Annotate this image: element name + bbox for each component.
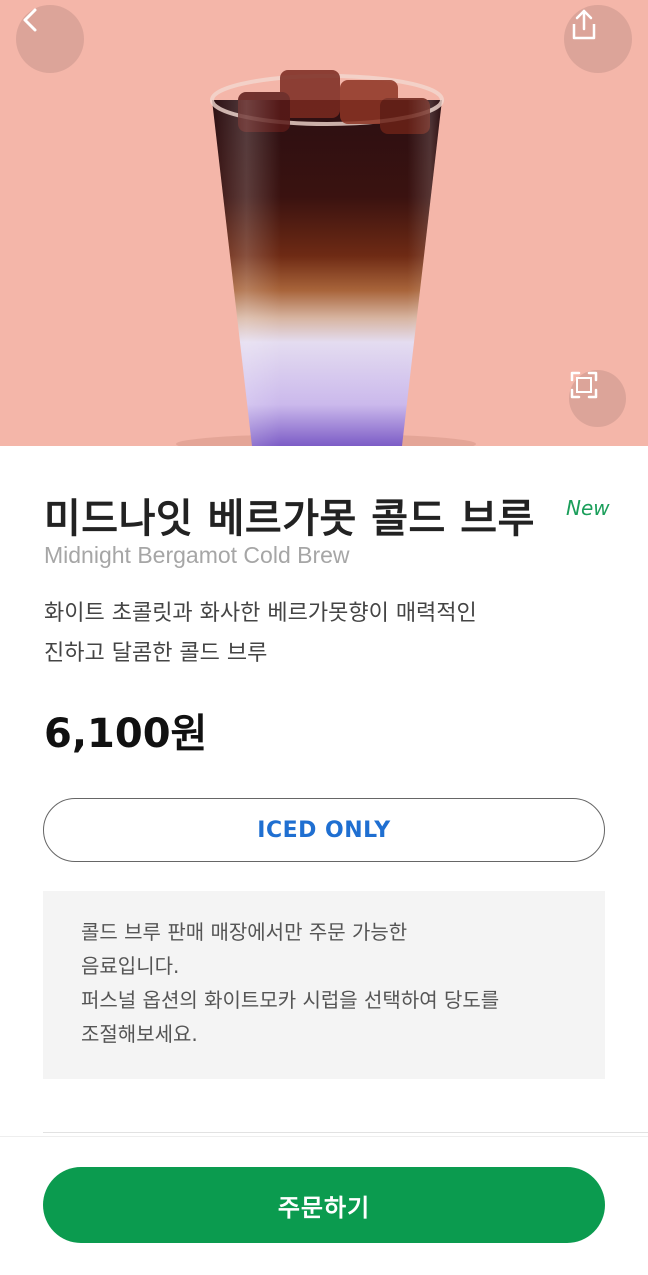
iced-only-label: ICED ONLY [257, 817, 391, 843]
expand-icon [570, 371, 598, 399]
back-button[interactable] [16, 5, 84, 73]
product-description: 화이트 초콜릿과 화사한 베르가못향이 매력적인 진하고 달콤한 콜드 브루 [44, 594, 604, 674]
new-badge: New [566, 496, 610, 520]
divider [43, 1132, 648, 1133]
zoom-button[interactable] [569, 370, 626, 427]
share-button[interactable] [564, 5, 632, 73]
chevron-left-icon [23, 8, 37, 32]
notice-line: 콜드 브루 판매 매장에서만 주문 가능한 [81, 920, 408, 944]
description-line: 화이트 초콜릿과 화사한 베르가못향이 매력적인 [44, 601, 477, 626]
order-button[interactable]: 주문하기 [43, 1167, 605, 1243]
notice-box: 콜드 브루 판매 매장에서만 주문 가능한 음료입니다. 퍼스널 옵션의 화이트… [43, 891, 605, 1079]
drink-image [176, 70, 476, 446]
product-price: 6,100원 [44, 711, 208, 757]
product-hero [0, 0, 648, 446]
temperature-option: ICED ONLY [43, 798, 605, 862]
notice-line: 조절해보세요. [81, 1022, 198, 1046]
notice-line: 음료입니다. [81, 954, 180, 978]
notice-line: 퍼스널 옵션의 화이트모카 시럽을 선택하여 당도를 [81, 988, 500, 1012]
share-icon [572, 9, 596, 40]
product-name-ko: 미드나잇 베르가못 콜드 브루 [44, 496, 535, 542]
order-button-label: 주문하기 [277, 1193, 371, 1222]
product-name-en: Midnight Bergamot Cold Brew [44, 542, 350, 568]
bottom-bar: 주문하기 [0, 1136, 648, 1275]
description-line: 진하고 달콤한 콜드 브루 [44, 641, 268, 666]
title-row: 미드나잇 베르가못 콜드 브루 New [44, 486, 614, 546]
